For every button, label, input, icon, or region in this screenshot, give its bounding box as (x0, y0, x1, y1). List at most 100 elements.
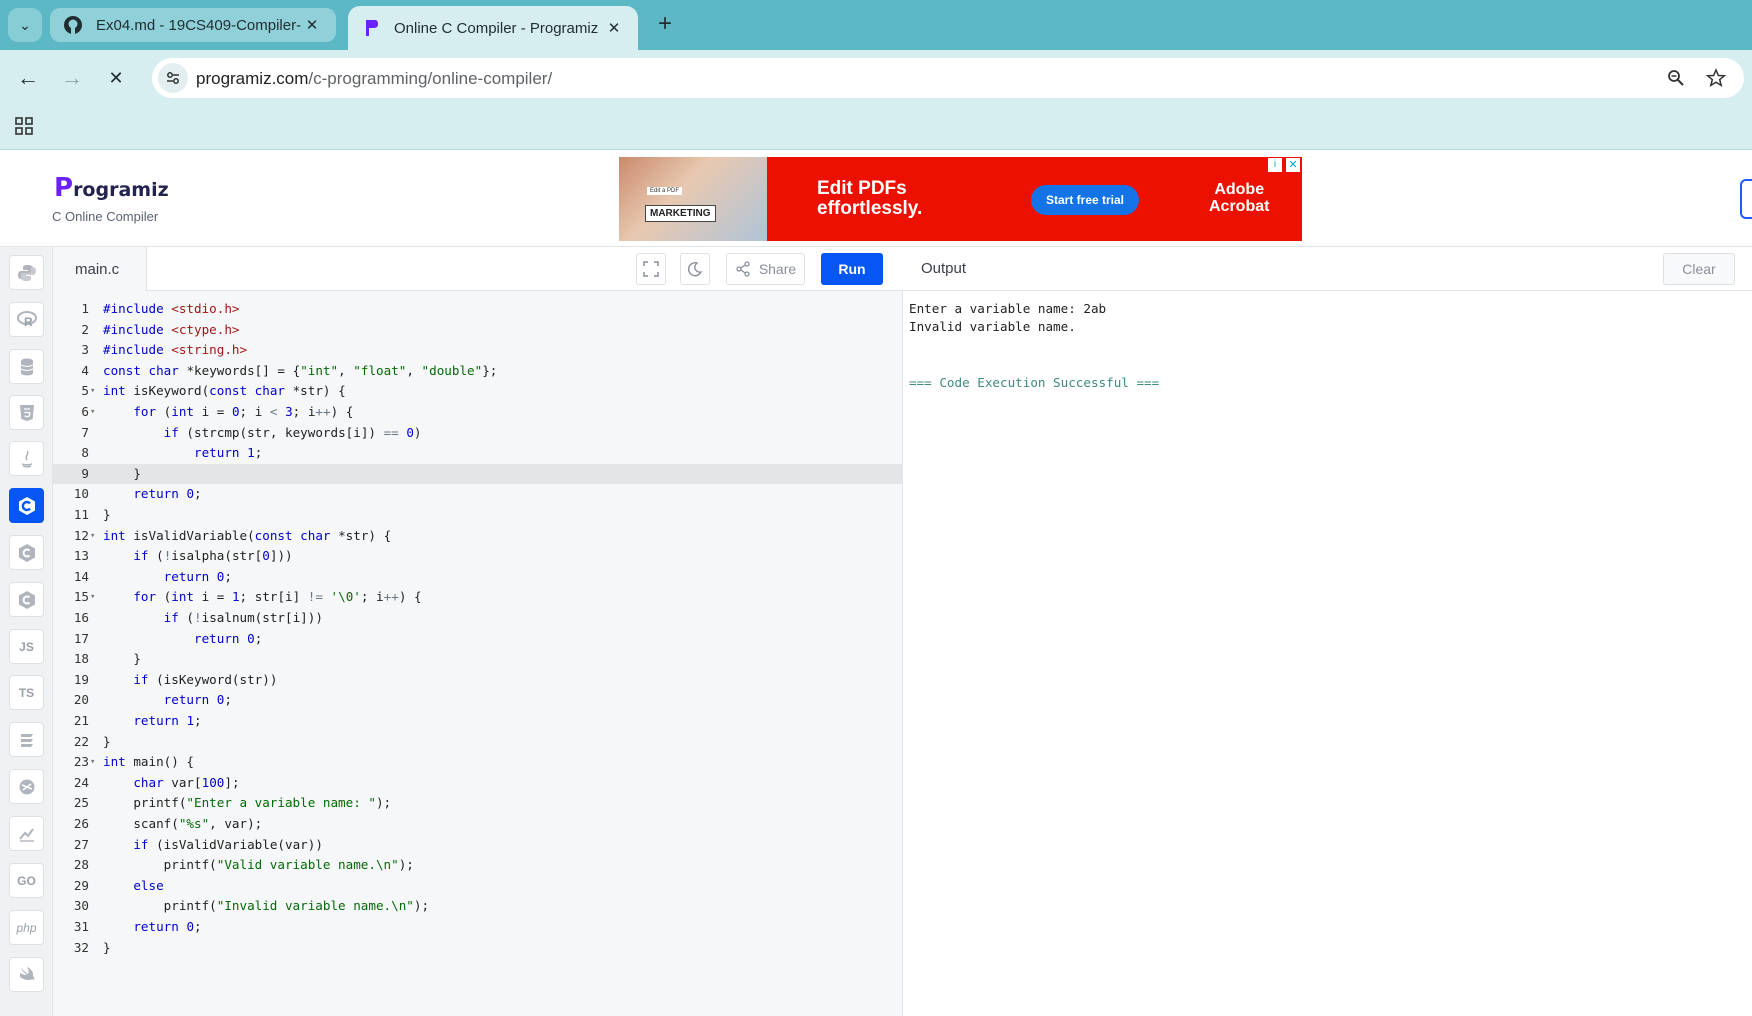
language-r[interactable]: R (9, 302, 44, 337)
fold-toggle-icon[interactable]: ▾ (90, 752, 100, 773)
site-info-button[interactable] (158, 63, 188, 93)
language-typescript[interactable]: TS (9, 675, 44, 710)
code-line[interactable]: 13 if (!isalpha(str[0])) (53, 546, 903, 567)
code-line[interactable]: 26 scanf("%s", var); (53, 814, 903, 835)
language-rust[interactable] (9, 769, 44, 804)
line-number: 6 (81, 404, 89, 419)
url-text[interactable]: programiz.com/c-programming/online-compi… (196, 69, 552, 89)
clear-button[interactable]: Clear (1663, 253, 1735, 285)
language-python[interactable] (9, 255, 44, 290)
code-line[interactable]: 20 return 0; (53, 690, 903, 711)
language-swift[interactable] (9, 957, 44, 992)
code-text: if (strcmp(str, keywords[i]) == 0) (163, 424, 422, 440)
code-line[interactable]: 25 printf("Enter a variable name: "); (53, 793, 903, 814)
language-csharp[interactable] (9, 582, 44, 617)
code-text: } (103, 507, 111, 522)
back-button[interactable]: ← (10, 60, 46, 96)
code-line[interactable]: 31 return 0; (53, 917, 903, 938)
code-line[interactable]: 14 return 0; (53, 567, 903, 588)
programiz-logo[interactable]: Programiz (54, 173, 169, 203)
new-tab-button[interactable]: + (650, 10, 680, 40)
language-html[interactable] (9, 395, 44, 430)
line-number: 22 (73, 733, 89, 749)
tab-search-button[interactable]: ⌄ (8, 8, 42, 42)
code-line[interactable]: 12 ▾ int isValidVariable(const char *str) … (53, 526, 903, 547)
code-line[interactable]: 23 ▾ int main() { (53, 752, 903, 773)
browser-tab-programiz[interactable]: Online C Compiler - Programiz ✕ (348, 6, 638, 50)
code-line[interactable]: 28 printf("Valid variable name.\n"); (53, 855, 903, 876)
code-line[interactable]: 3 #include <string.h> (53, 340, 903, 361)
code-text: #include <stdio.h> (103, 301, 240, 316)
share-button[interactable]: Share (726, 253, 805, 285)
language-go[interactable]: GO (9, 863, 44, 898)
fold-toggle-icon[interactable]: ▾ (90, 526, 100, 547)
code-text: printf("Invalid variable name.\n"); (103, 898, 430, 914)
ad-cta-button[interactable]: Start free trial (1031, 185, 1139, 215)
code-line[interactable]: 15 ▾ for (int i = 1; str[i] != '\0'; i++)… (53, 587, 903, 608)
language-cpp[interactable] (9, 535, 44, 570)
line-number: 19 (73, 671, 89, 687)
ad-close-icon[interactable]: ✕ (1286, 158, 1300, 172)
code-line[interactable]: 22} (53, 732, 903, 753)
code-line[interactable]: 6 ▾ for (int i = 0; i < 3; i++) { (53, 402, 903, 423)
fullscreen-button[interactable] (636, 253, 666, 285)
line-number: 12 (73, 527, 89, 543)
line-number: 26 (73, 816, 89, 831)
code-text: return 0; (163, 692, 232, 708)
code-line[interactable]: 24 char var[100]; (53, 773, 903, 794)
fold-toggle-icon[interactable]: ▾ (90, 402, 100, 423)
code-line[interactable]: 4 const char *keywords[] = {"int", "float… (53, 361, 903, 382)
output-console[interactable]: Enter a variable name: 2ab Invalid variab… (903, 291, 1752, 1016)
code-line[interactable]: 7 if (strcmp(str, keywords[i]) == 0) (53, 423, 903, 444)
language-php[interactable]: php (9, 910, 44, 945)
bookmark-star-icon[interactable] (1704, 66, 1728, 90)
line-number: 21 (73, 713, 89, 728)
code-line[interactable]: 32} (53, 938, 903, 959)
code-editor[interactable]: 1 #include <stdio.h> 2 #include <ctype.h> 3 #… (53, 291, 903, 1016)
code-line[interactable]: 1 #include <stdio.h> (53, 299, 903, 320)
language-javascript[interactable]: JS (9, 629, 44, 664)
zoom-icon[interactable] (1664, 66, 1688, 90)
run-button[interactable]: Run (821, 253, 883, 285)
language-go-stack[interactable] (9, 722, 44, 757)
code-line[interactable]: 17 return 0; (53, 629, 903, 650)
stop-loading-button[interactable]: ✕ (98, 60, 134, 96)
forward-button[interactable]: → (54, 60, 90, 96)
fold-toggle-icon[interactable]: ▾ (90, 587, 100, 608)
file-tab[interactable]: main.c (53, 247, 147, 291)
address-bar[interactable]: programiz.com/c-programming/online-compi… (152, 58, 1744, 98)
code-line[interactable]: 16 if (!isalnum(str[i])) (53, 608, 903, 629)
code-line[interactable]: 8 return 1; (53, 443, 903, 464)
language-kotlin[interactable] (9, 816, 44, 851)
close-icon: ✕ (108, 67, 124, 88)
code-line[interactable]: 5 ▾ int isKeyword(const char *str) { (53, 381, 903, 402)
theme-toggle-button[interactable] (680, 253, 710, 285)
output-line: Invalid variable name. (909, 319, 1076, 335)
ad-info-icon[interactable]: i (1268, 158, 1282, 172)
code-line[interactable]: 19 if (isKeyword(str)) (53, 670, 903, 691)
code-line[interactable]: 2 #include <ctype.h> (53, 320, 903, 341)
code-text: } (103, 939, 111, 955)
code-line[interactable]: 18 } (53, 649, 903, 670)
browser-tab-github[interactable]: Ex04.md - 19CS409-Compiler-D ✕ (50, 8, 336, 42)
language-label: TS (18, 685, 35, 700)
language-sql[interactable] (9, 349, 44, 384)
fold-toggle-icon[interactable]: ▾ (90, 381, 100, 402)
code-line[interactable]: 27 if (isValidVariable(var)) (53, 835, 903, 856)
code-line[interactable]: 30 printf("Invalid variable name.\n"); (53, 896, 903, 917)
language-c[interactable] (9, 488, 44, 523)
code-line[interactable]: 10 return 0; (53, 484, 903, 505)
code-line[interactable]: 9 } (53, 463, 903, 485)
code-text: int main() { (103, 754, 194, 770)
code-line[interactable]: 11} (53, 505, 903, 526)
apps-grid-icon[interactable] (14, 116, 34, 136)
code-line[interactable]: 21 return 1; (53, 711, 903, 732)
language-java[interactable] (9, 441, 44, 476)
advertisement-banner[interactable]: Edit a PDF MARKETING Edit PDFs effortles… (619, 157, 1302, 241)
header-edge-button[interactable] (1740, 179, 1752, 219)
close-icon[interactable]: ✕ (604, 19, 624, 37)
browser-toolbar: ← → ✕ programiz.com/c-programming/online… (0, 50, 1752, 106)
code-line[interactable]: 29 else (53, 876, 903, 897)
close-icon[interactable]: ✕ (302, 16, 322, 34)
line-number: 28 (73, 857, 89, 873)
